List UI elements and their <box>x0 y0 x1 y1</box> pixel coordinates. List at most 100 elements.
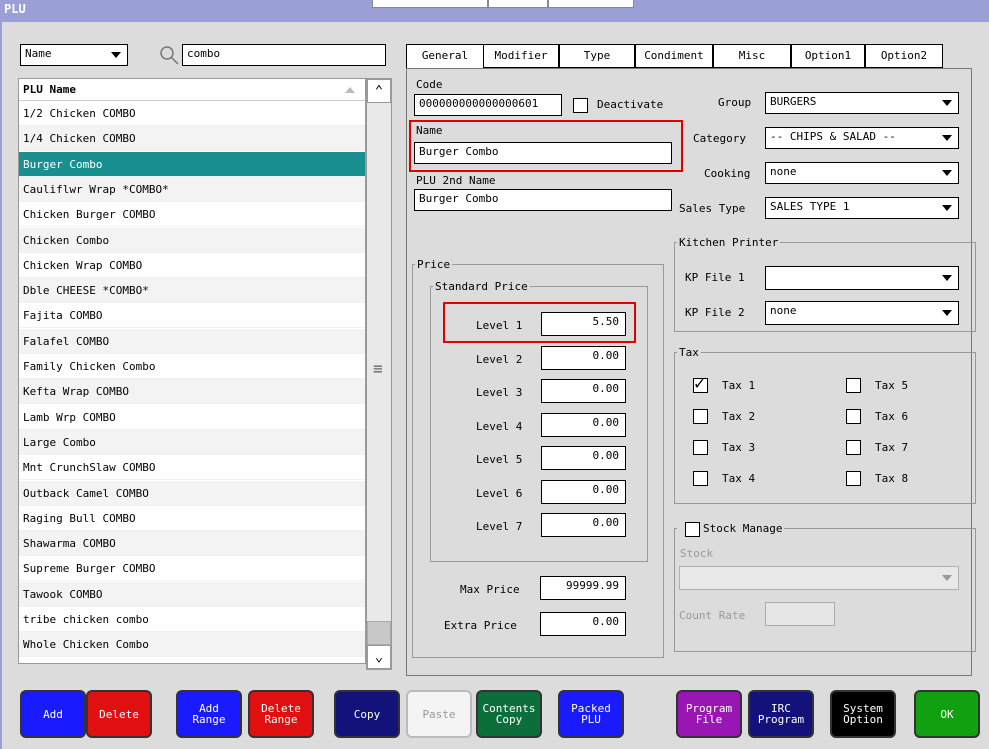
stock-manage-checkbox[interactable] <box>685 522 700 537</box>
list-item[interactable]: Raging Bull COMBO <box>19 506 365 531</box>
level-price-value: 0.00 <box>592 516 620 529</box>
chevron-down-icon <box>942 275 952 281</box>
list-item[interactable]: Whole Chicken Combo <box>19 632 365 658</box>
kp2-select[interactable]: none <box>765 301 959 325</box>
list-item[interactable]: tribe chicken combo <box>19 607 365 632</box>
irc-program-button[interactable]: IRC Program <box>748 690 814 738</box>
toolbar-stub <box>372 0 488 8</box>
tab-misc[interactable]: Misc <box>713 44 791 68</box>
cooking-select[interactable]: none <box>765 162 959 184</box>
name2-field[interactable]: Burger Combo <box>414 189 672 211</box>
list-item[interactable]: Falafel COMBO <box>19 328 365 354</box>
button-label: Delete Range <box>261 702 301 726</box>
extra-price-field[interactable]: 0.00 <box>540 612 626 636</box>
search-icon[interactable] <box>158 44 180 66</box>
level-price-value: 0.00 <box>592 482 620 496</box>
search-input[interactable]: combo <box>182 44 386 66</box>
tax-checkbox[interactable] <box>693 374 708 394</box>
tab-condiment[interactable]: Condiment <box>635 44 713 68</box>
tax-label: Tax 2 <box>722 410 756 423</box>
deactivate-checkbox[interactable] <box>573 98 588 113</box>
scroll-down-button[interactable]: ⌄ <box>367 645 391 669</box>
tax-checkbox[interactable] <box>693 440 708 455</box>
search-field-select[interactable]: Name <box>20 44 128 66</box>
add-range-button[interactable]: Add Range <box>176 690 242 738</box>
list-item[interactable]: Chicken Wrap COMBO <box>19 253 365 278</box>
kp2-value: none <box>770 304 797 317</box>
level-label: Level 2 <box>476 352 523 366</box>
max-price-label: Max Price <box>460 583 520 596</box>
salestype-value: SALES TYPE 1 <box>770 200 850 213</box>
button-label: Program File <box>685 702 733 726</box>
salestype-select[interactable]: SALES TYPE 1 <box>765 197 959 219</box>
list-item[interactable]: Chicken Burger COMBO <box>19 202 365 228</box>
list-scrollbar[interactable]: ⌃ ≡ ⌄ <box>366 78 392 670</box>
stock-legend-label: Stock Manage <box>703 522 783 535</box>
tax-checkbox[interactable] <box>846 471 861 486</box>
list-header-label: PLU Name <box>23 83 76 96</box>
list-item[interactable]: Fajita COMBO <box>19 303 365 329</box>
list-item[interactable]: Family Chicken Combo <box>19 354 365 379</box>
category-select[interactable]: -- CHIPS & SALAD -- <box>765 127 959 149</box>
tax-checkbox[interactable] <box>846 440 861 455</box>
level-price-field[interactable]: 0.00 <box>541 345 626 370</box>
copy-button[interactable]: Copy <box>334 690 400 738</box>
contents-copy-button[interactable]: Contents Copy <box>476 690 542 738</box>
chevron-down-icon <box>942 100 952 106</box>
scroll-up-button[interactable]: ⌃ <box>367 79 391 103</box>
program-file-button[interactable]: Program File <box>676 690 742 738</box>
tab-option1[interactable]: Option1 <box>791 44 865 68</box>
packed-plu-button[interactable]: Packed PLU <box>558 690 624 738</box>
system-option-button[interactable]: System Option <box>830 690 896 738</box>
add-button[interactable]: Add <box>20 690 86 738</box>
list-header[interactable]: PLU Name <box>19 79 365 101</box>
scroll-thumb[interactable] <box>367 621 391 645</box>
list-item[interactable]: Large Combo <box>19 429 365 455</box>
chevron-down-icon <box>942 575 952 581</box>
tax-checkbox[interactable] <box>693 409 708 424</box>
delete-button[interactable]: Delete <box>86 690 152 738</box>
count-rate-field[interactable] <box>765 602 835 626</box>
list-item[interactable]: Lamb Wrp COMBO <box>19 405 365 430</box>
tab-general[interactable]: General <box>406 44 484 70</box>
stock-select[interactable] <box>679 566 959 590</box>
list-item[interactable]: Tawook COMBO <box>19 581 365 607</box>
list-item[interactable]: Burger Combo <box>19 151 365 177</box>
list-item[interactable]: Kefta Wrap COMBO <box>19 379 365 405</box>
tab-modifier[interactable]: Modifier <box>483 44 559 68</box>
list-item[interactable]: 1/4 Chicken COMBO <box>19 126 365 152</box>
tab-option2[interactable]: Option2 <box>865 44 943 68</box>
level-price-field[interactable]: 0.00 <box>541 412 626 437</box>
tax-label: Tax 5 <box>875 379 909 392</box>
name-highlight <box>409 120 683 172</box>
kitchen-legend: Kitchen Printer <box>679 236 779 249</box>
list-item[interactable]: Supreme Burger COMBO <box>19 556 365 582</box>
delete-range-button[interactable]: Delete Range <box>248 690 314 738</box>
list-item[interactable]: Outback Camel COMBO <box>19 480 365 506</box>
button-label: IRC Program <box>757 702 805 726</box>
list-item[interactable]: Chicken Combo <box>19 227 365 253</box>
tax-checkbox[interactable] <box>693 471 708 486</box>
tax-checkbox[interactable] <box>846 409 861 424</box>
list-item[interactable]: Shawarma COMBO <box>19 531 365 557</box>
level-price-field[interactable]: 0.00 <box>541 513 626 537</box>
tax-checkbox[interactable] <box>846 378 861 393</box>
level-price-value: 0.00 <box>592 449 620 462</box>
level-price-field[interactable]: 0.00 <box>541 446 626 470</box>
paste-button[interactable]: Paste <box>406 690 472 738</box>
level-price-field[interactable]: 0.00 <box>541 479 626 504</box>
tab-type[interactable]: Type <box>559 44 635 68</box>
list-item[interactable]: Cauliflwr Wrap *COMBO* <box>19 176 365 202</box>
kp1-select[interactable] <box>765 266 959 290</box>
group-select[interactable]: BURGERS <box>765 92 959 114</box>
list-item[interactable]: Dble CHEESE *COMBO* <box>19 278 365 304</box>
max-price-field[interactable]: 99999.99 <box>540 576 626 600</box>
ok-button[interactable]: OK <box>914 690 980 738</box>
deactivate-label: Deactivate <box>597 98 664 111</box>
level-price-value: 0.00 <box>592 415 620 429</box>
code-field[interactable]: 000000000000000601 <box>414 94 562 116</box>
group-value: BURGERS <box>770 95 817 108</box>
list-item[interactable]: 1/2 Chicken COMBO <box>19 101 365 126</box>
level-price-field[interactable]: 0.00 <box>541 379 626 403</box>
list-item[interactable]: Mnt CrunchSlaw COMBO <box>19 455 365 481</box>
